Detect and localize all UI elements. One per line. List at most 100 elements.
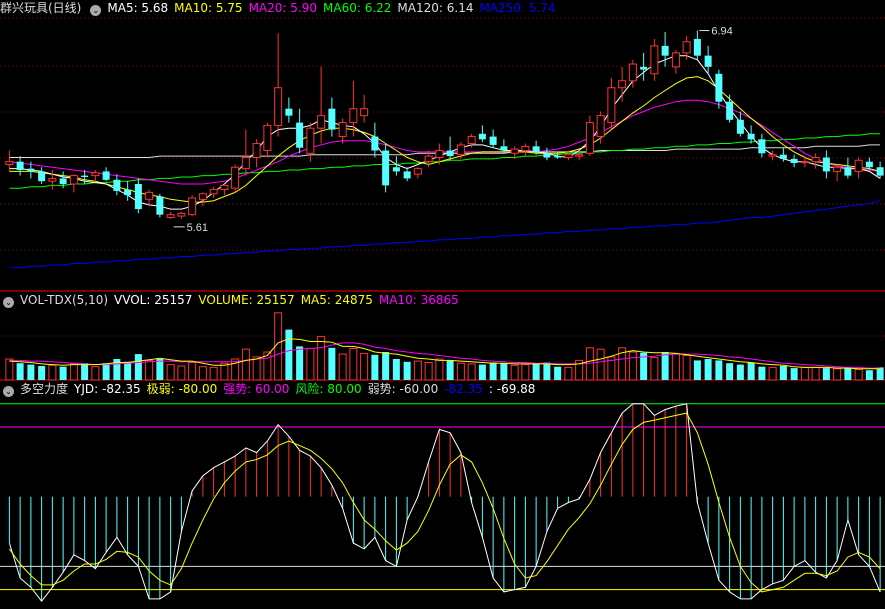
- candle-body: [16, 161, 24, 171]
- candle-body: [800, 161, 809, 164]
- candle-body: [833, 166, 842, 172]
- candle-body: [209, 189, 218, 195]
- volume-bar: [682, 355, 691, 381]
- volume-bar: [306, 348, 315, 381]
- candle-body: [790, 158, 798, 164]
- volume-bar: [833, 368, 842, 381]
- candle-body: [532, 146, 540, 152]
- volume-bar: [811, 366, 820, 381]
- candle-body: [306, 127, 315, 154]
- candle-body: [779, 154, 787, 159]
- candle-body: [166, 214, 175, 218]
- candle-body: [241, 156, 250, 170]
- volume-bar: [285, 329, 293, 380]
- volume-bar: [585, 347, 594, 381]
- volume-bar: [134, 354, 142, 380]
- volume-bar: [650, 357, 659, 381]
- candle-body: [220, 184, 229, 191]
- volume-bar: [296, 346, 304, 380]
- candle-body: [693, 38, 701, 56]
- candle-body: [198, 193, 207, 200]
- volume-bar: [48, 364, 57, 381]
- candle-body: [758, 139, 766, 154]
- candle-body: [640, 66, 648, 70]
- candle-body: [48, 177, 57, 182]
- volume-bar: [156, 359, 164, 380]
- candle-body: [252, 143, 261, 158]
- volume-bar: [349, 348, 358, 381]
- volume-bar: [38, 366, 46, 380]
- candle-body: [768, 154, 777, 157]
- volume-bar: [424, 362, 433, 381]
- volume-bar: [16, 363, 24, 380]
- candle-body: [382, 150, 390, 186]
- candle-body: [726, 101, 734, 120]
- candle-body: [5, 161, 14, 165]
- volume-bar: [779, 366, 787, 380]
- candle-body: [91, 172, 100, 177]
- volume-bar: [865, 370, 873, 380]
- candle-body: [413, 168, 422, 175]
- candle-body: [392, 167, 400, 172]
- ma120-line: [9, 144, 881, 158]
- volume-bar: [145, 359, 154, 381]
- candle-body: [575, 154, 584, 157]
- candle-body: [231, 166, 240, 189]
- candle-body: [349, 108, 358, 124]
- candle-body: [467, 136, 476, 145]
- candle-body: [607, 87, 616, 124]
- volume-bar: [564, 366, 573, 381]
- candle-body: [736, 119, 744, 134]
- volume-bar: [328, 347, 336, 380]
- candle-body: [81, 175, 89, 178]
- candle-body: [682, 41, 691, 54]
- volume-bar: [59, 366, 67, 380]
- candle-body: [478, 133, 486, 140]
- candle-body: [811, 156, 820, 163]
- candle-body: [156, 196, 164, 215]
- volume-bar: [413, 360, 422, 381]
- candle-body: [876, 167, 884, 176]
- candle-body: [328, 108, 336, 130]
- candle-body: [285, 108, 293, 116]
- volume-bar: [500, 363, 508, 380]
- candle-body: [661, 45, 669, 56]
- candle-body: [59, 178, 67, 184]
- candle-body: [424, 155, 433, 163]
- candle-body: [704, 55, 712, 67]
- volume-bar: [241, 348, 250, 381]
- volume-bar: [446, 360, 454, 380]
- candle-body: [446, 150, 454, 157]
- candle-body: [188, 197, 197, 216]
- volume-bar: [478, 364, 486, 380]
- volume-bar: [91, 366, 100, 381]
- candle-body: [403, 171, 411, 179]
- candle-body: [456, 144, 465, 156]
- volume-bar: [854, 369, 863, 381]
- candle-body: [585, 122, 594, 154]
- candle-body: [113, 179, 121, 191]
- volume-bar: [554, 366, 562, 380]
- candle-body: [500, 146, 508, 151]
- candle-body: [38, 171, 46, 182]
- volume-bar: [671, 353, 680, 381]
- volume-bar: [790, 368, 798, 380]
- candle-body: [521, 145, 530, 152]
- volume-bar: [5, 358, 14, 381]
- yjd-line: [8, 403, 881, 603]
- candle-body: [618, 80, 627, 89]
- ma60-line: [9, 133, 881, 189]
- candle-body: [510, 148, 519, 154]
- volume-bar: [102, 363, 110, 380]
- candle-body: [543, 153, 551, 158]
- candle-body: [145, 191, 154, 200]
- candle-body: [371, 136, 379, 151]
- volume-bar: [252, 356, 261, 381]
- volume-bar: [704, 359, 712, 380]
- volume-bar: [81, 363, 89, 380]
- candle-body: [102, 171, 110, 180]
- candle-body: [865, 161, 873, 168]
- candle-body: [650, 45, 659, 75]
- stock-chart[interactable]: 6.94 5.61: [0, 0, 885, 609]
- volume-bar: [661, 352, 669, 380]
